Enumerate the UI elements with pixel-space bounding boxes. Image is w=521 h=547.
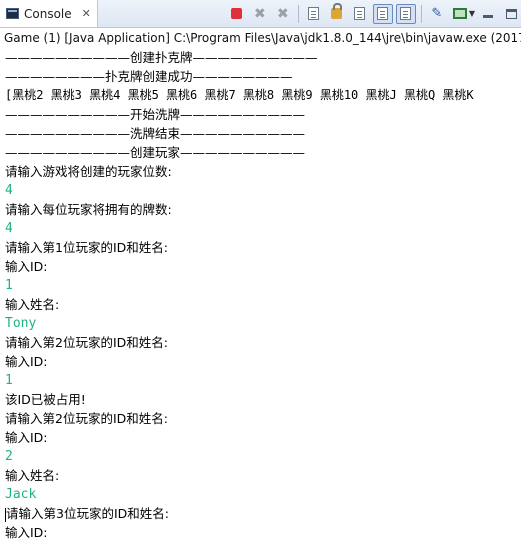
scroll-lock-button[interactable] [327,3,347,24]
console-toolbar: ✖ ✖ ✎ ▼ [224,0,521,27]
minimize-icon [483,15,493,18]
remove-icon: ✖ [253,5,266,22]
console-line-text: 请输入第2位玩家的ID和姓名: [5,411,168,426]
console-output-line: 请输入第2位玩家的ID和姓名: [5,409,521,428]
maximize-button[interactable] [501,4,521,24]
console-line-text: ——————————创建扑克牌—————————— [5,50,318,65]
console-line-text: 输入ID: [5,525,48,540]
pin-icon: ✎ [431,6,443,21]
console-line-text: ——————————开始洗牌—————————— [5,107,306,122]
console-input-line: 4 [5,181,521,200]
remove-launch-button[interactable]: ✖ [250,4,270,24]
console-line-text: [黑桃2 黑桃3 黑桃4 黑桃5 黑桃6 黑桃7 黑桃8 黑桃9 黑桃10 黑桃… [5,88,474,102]
maximize-icon [505,8,517,19]
console-line-text: 4 [5,221,13,236]
console-output-line: 输入ID: [5,257,521,276]
tab-console[interactable]: Console ✕ [0,0,98,27]
console-output-line: 请输入第3位玩家的ID和姓名: [5,504,521,523]
console-output-line: 请输入第2位玩家的ID和姓名: [5,333,521,352]
stop-icon [231,8,243,19]
scroll-lock-icon [331,3,343,19]
minimize-button[interactable] [478,4,498,24]
console-line-text: ——————————洗牌结束—————————— [5,126,306,141]
console-line-text: 该ID已被占用! [5,392,86,407]
clear-console-button[interactable] [304,4,324,24]
console-line-text: 输入姓名: [5,297,60,312]
console-input-line: 4 [5,219,521,238]
console-output-line: 该ID已被占用! [5,390,521,409]
console-output-line: 请输入游戏将创建的玩家位数: [5,162,521,181]
console-output[interactable]: ——————————创建扑克牌—————————— ————————扑克牌创建成功… [0,48,521,547]
chevron-down-icon[interactable]: ▼ [469,9,475,18]
console-line-text: 输入ID: [5,430,48,445]
console-output-line: 请输入每位玩家将拥有的牌数: [5,200,521,219]
stdout-icon [377,7,389,20]
console-line-text: 1 [5,278,13,293]
console-input-line: 2 [5,447,521,466]
console-view-header: Console ✕ ✖ ✖ ✎ ▼ [0,0,521,28]
word-wrap-icon [354,7,366,20]
toolbar-separator [420,4,422,23]
console-output-line: ——————————创建扑克牌—————————— [5,48,521,67]
console-output-line: 输入姓名: [5,295,521,314]
console-output-line: [黑桃2 黑桃3 黑桃4 黑桃5 黑桃6 黑桃7 黑桃8 黑桃9 黑桃10 黑桃… [5,86,521,105]
toolbar-separator [297,4,299,23]
console-line-text: Jack [5,487,37,502]
terminate-button[interactable] [227,4,247,24]
console-line-text: 请输入游戏将创建的玩家位数: [5,164,172,179]
clear-console-icon [308,7,320,20]
console-output-line: 输入ID: [5,428,521,447]
console-line-text: 输入ID: [5,259,48,274]
tab-console-label: Console [24,6,72,21]
word-wrap-button[interactable] [350,4,370,24]
console-output-line: 输入ID: [5,352,521,371]
console-line-text: 2 [5,449,13,464]
console-line-text: 输入ID: [5,354,48,369]
process-description: Game (1) [Java Application] C:\Program F… [0,28,521,48]
console-input-line: Tony [5,314,521,333]
remove-all-icon: ✖ [276,5,289,22]
console-line-text: Tony [5,316,37,331]
console-input-line: 1 [5,371,521,390]
display-selected-console-button[interactable] [450,4,470,24]
console-line-text: 4 [5,183,13,198]
stderr-icon [400,7,412,20]
console-output-line: ——————————开始洗牌—————————— [5,105,521,124]
console-line-text: ————————扑克牌创建成功———————— [5,69,293,84]
console-output-line: 请输入第1位玩家的ID和姓名: [5,238,521,257]
console-line-text: 请输入每位玩家将拥有的牌数: [5,202,172,217]
console-line-text: ——————————创建玩家—————————— [5,145,306,160]
console-line-text: 请输入第3位玩家的ID和姓名: [6,506,169,521]
console-output-line: ————————扑克牌创建成功———————— [5,67,521,86]
console-output-line: ——————————创建玩家—————————— [5,143,521,162]
show-console-stderr-button[interactable] [395,3,416,24]
console-icon [6,8,19,19]
console-output-line: ——————————洗牌结束—————————— [5,124,521,143]
console-line-text: 请输入第2位玩家的ID和姓名: [5,335,168,350]
console-input-line: Jack [5,485,521,504]
console-output-line: 输入ID: [5,523,521,542]
pin-console-button[interactable]: ✎ [427,4,447,24]
show-console-stdout-button[interactable] [372,3,393,24]
console-output-line: 输入姓名: [5,466,521,485]
monitor-icon [452,8,467,19]
console-line-text: 输入姓名: [5,468,60,483]
console-line-text: 请输入第1位玩家的ID和姓名: [5,240,168,255]
remove-all-terminated-button[interactable]: ✖ [273,4,293,24]
console-line-text: 1 [5,373,13,388]
console-input-line: 1 [5,276,521,295]
close-icon[interactable]: ✕ [82,7,91,20]
